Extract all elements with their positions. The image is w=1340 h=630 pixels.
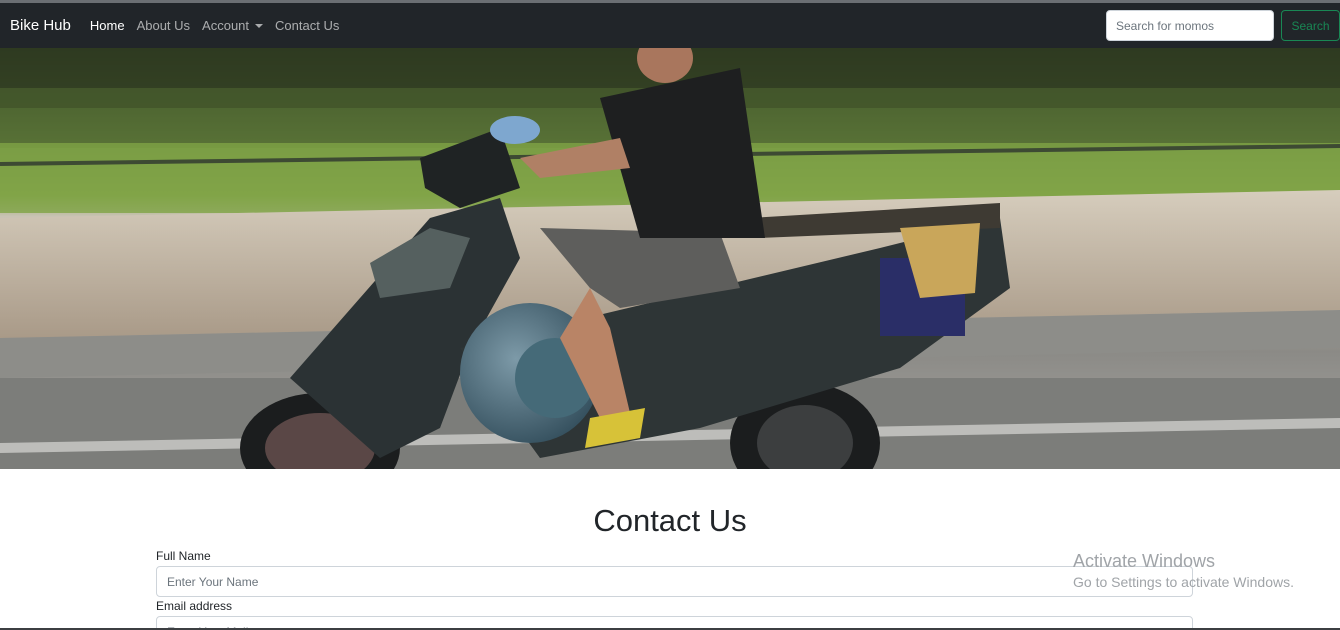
brand-logo[interactable]: Bike Hub <box>10 17 71 34</box>
watermark-title: Activate Windows <box>1073 551 1216 571</box>
motorbike-rider-photo <box>0 48 1340 469</box>
page-title: Contact Us <box>593 503 747 538</box>
nav-contact-us[interactable]: Contact Us <box>275 18 339 33</box>
search-input[interactable] <box>1106 10 1274 41</box>
email-label: Email address <box>156 599 233 613</box>
watermark-subtitle: Go to Settings to activate Windows. <box>1073 574 1294 590</box>
hero-image <box>0 48 1340 469</box>
activate-windows-watermark: Activate Windows Go to Settings to activ… <box>1073 551 1294 590</box>
search-button[interactable]: Search <box>1281 10 1340 41</box>
navbar: Bike Hub Home About Us Account Contact U… <box>0 3 1340 48</box>
nav-account-dropdown[interactable]: Account <box>202 18 264 33</box>
nav-about-us[interactable]: About Us <box>137 18 190 33</box>
full-name-field[interactable] <box>156 566 1193 597</box>
nav-home[interactable]: Home <box>90 18 125 33</box>
full-name-label: Full Name <box>156 549 211 563</box>
chevron-down-icon <box>255 23 264 28</box>
nav-account-label: Account <box>202 18 250 33</box>
